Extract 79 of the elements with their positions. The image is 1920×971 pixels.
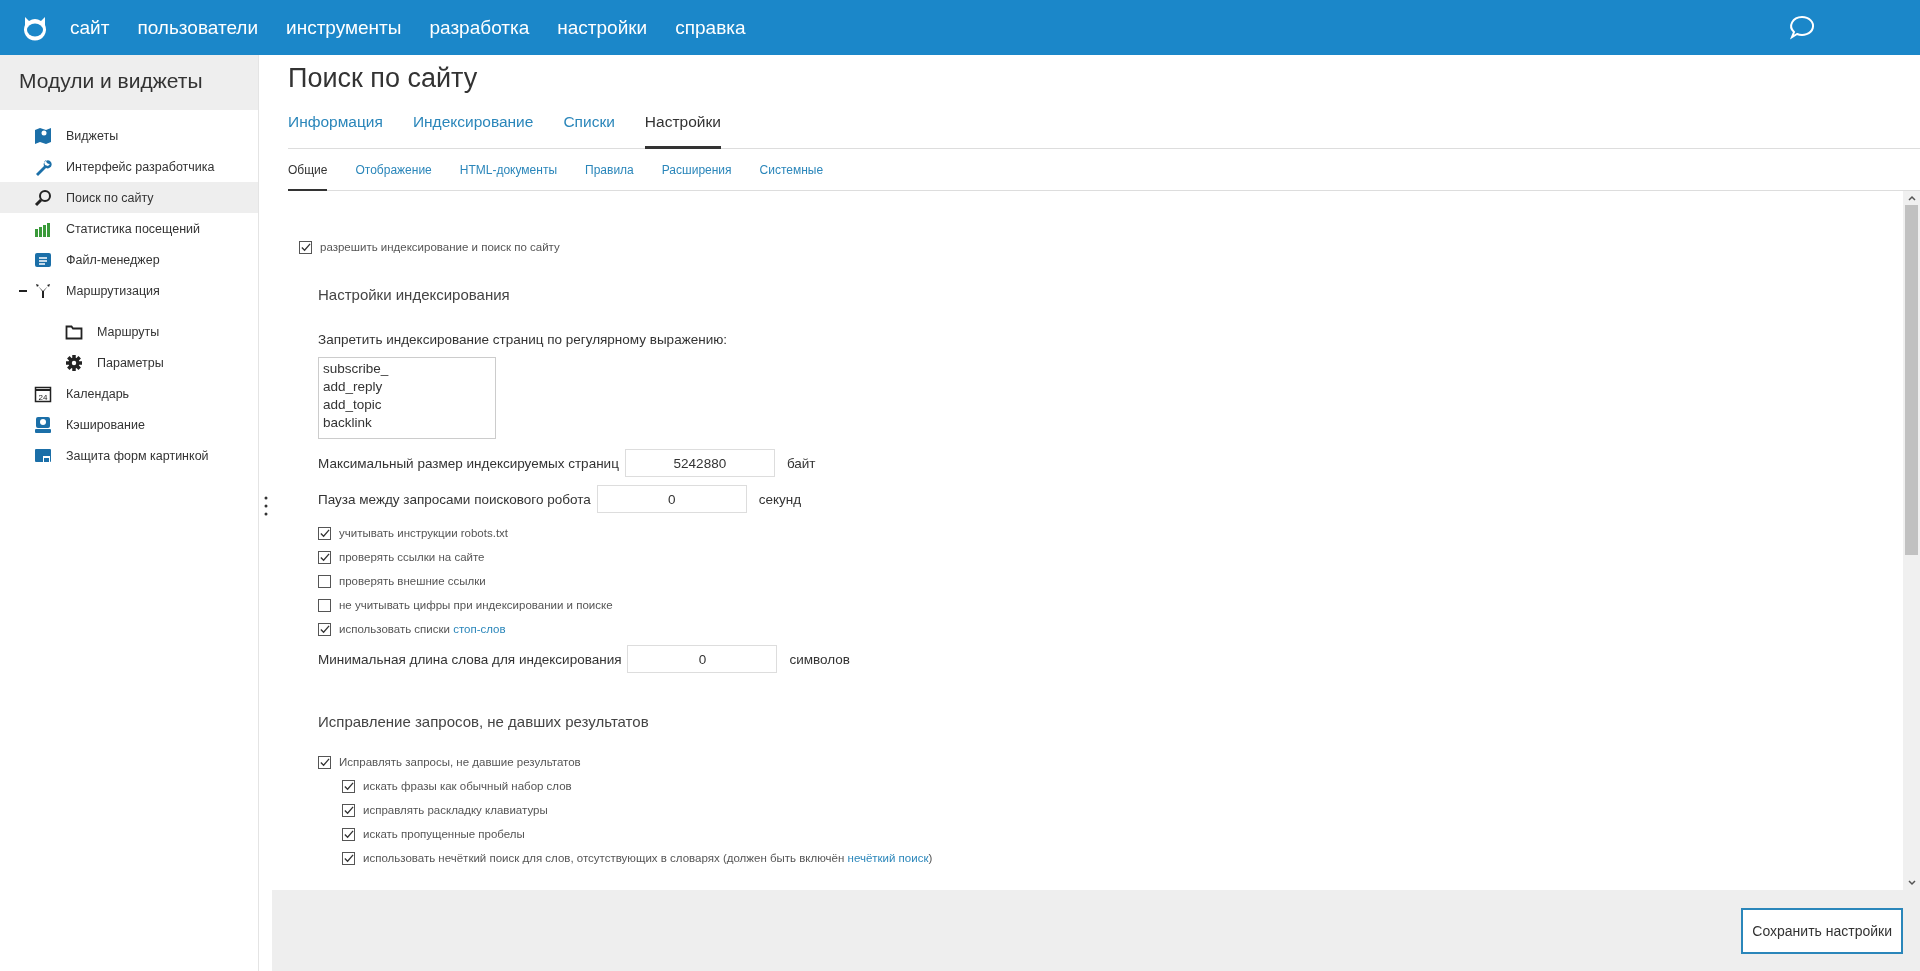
wrench-icon [34, 157, 52, 176]
image-lock-icon [34, 446, 52, 465]
page-title: Поиск по сайту [288, 63, 479, 95]
sidebar-item[interactable]: Параметры [0, 347, 258, 378]
checkbox[interactable] [342, 779, 355, 793]
field-label: Пауза между запросами поискового робота [318, 491, 591, 507]
field-label: Максимальный размер индексируемых страниц [318, 455, 619, 471]
sidebar-item[interactable]: Статистика посещений [0, 213, 258, 244]
tab[interactable]: Индексирование [412, 103, 534, 149]
tab[interactable]: HTML-документы [459, 149, 558, 191]
checkbox[interactable] [318, 622, 331, 636]
sidebar-item[interactable]: Маршруты [0, 316, 258, 347]
text-area[interactable]: subscribe_ add_reply add_topic backlink [318, 357, 496, 439]
checkbox[interactable] [299, 240, 312, 254]
unit-label: символов [789, 651, 850, 667]
checkbox-label: исправлять раскладку клавиатуры [363, 804, 548, 816]
checkbox[interactable] [318, 574, 331, 588]
sidebar-item[interactable]: Поиск по сайту [0, 182, 258, 213]
checkbox-label: Исправлять запросы, не давшие результатов [339, 756, 581, 768]
checkbox-label: не учитывать цифры при индексировании и поиске [339, 599, 613, 611]
tab[interactable]: Правила [585, 149, 634, 191]
map-pin-icon [34, 126, 52, 145]
link[interactable]: стоп-слов [453, 623, 506, 635]
checkbox-label: искать пропущенные пробелы [363, 828, 525, 840]
sidebar-item[interactable]: Защита форм картинкой [0, 440, 258, 471]
nav-link[interactable]: пользователи [137, 16, 259, 39]
nav-link[interactable]: сайт [70, 16, 110, 39]
tab[interactable]: Отображение [355, 149, 432, 191]
input-field[interactable]: 5242880 [624, 449, 775, 477]
search-icon [34, 188, 52, 207]
sidebar-title: Модули и виджеты [0, 55, 258, 110]
field-label: Запретить индексирование страниц по регулярному выражению: [318, 332, 729, 347]
sidebar-item[interactable]: Интерфейс разработчика [0, 151, 258, 182]
tab[interactable]: Общие [288, 149, 328, 191]
checkbox[interactable] [318, 598, 331, 612]
checkbox[interactable] [318, 526, 331, 540]
file-manager-icon [34, 250, 52, 269]
input-field[interactable]: 0 [627, 645, 778, 673]
checkbox[interactable] [342, 851, 355, 865]
checkbox[interactable] [318, 755, 331, 769]
unit-label: секунд [758, 491, 802, 507]
checkbox[interactable] [342, 827, 355, 841]
disk-icon [34, 415, 52, 434]
nav-link[interactable]: инструменты [286, 16, 402, 39]
sidebar-item[interactable]: Маршрутизация [0, 275, 258, 306]
nav-link[interactable]: справка [675, 16, 746, 39]
checkbox-label: использовать нечёткий поиск для слов, отсутствующих в словарях (должен быть включён нечёткий поиск) [363, 852, 933, 864]
checkbox-label: разрешить индексирование и поиск по сайту [320, 241, 560, 253]
field-label: Минимальная длина слова для индексирования [318, 651, 622, 667]
unit-label: байт [786, 455, 816, 471]
checkbox-label: учитывать инструкции robots.txt [339, 527, 509, 539]
calendar-icon: 24 [34, 384, 52, 403]
sidebar-item[interactable]: Виджеты [0, 120, 258, 151]
checkbox-label: использовать списки стоп-слов [339, 623, 506, 635]
fork-icon [34, 281, 52, 300]
tab[interactable]: Системные [759, 149, 824, 191]
sidebar-item[interactable]: 24 Календарь [0, 378, 258, 409]
input-field[interactable]: 0 [596, 485, 747, 513]
checkbox-label: проверять внешние ссылки [339, 575, 486, 587]
link[interactable]: нечёткий поиск [847, 852, 929, 864]
chat-icon[interactable] [1788, 13, 1816, 42]
scrollbar[interactable] [1903, 191, 1920, 890]
checkbox-label: проверять ссылки на сайте [339, 551, 485, 563]
tab[interactable]: Информация [288, 103, 383, 149]
nav-link[interactable]: разработка [429, 16, 530, 39]
section-heading: Исправление запросов, не давших результатов [318, 713, 650, 730]
nav-link[interactable]: настройки [557, 16, 648, 39]
resize-handle-icon[interactable] [264, 495, 268, 517]
section-heading: Настройки индексирования [318, 286, 511, 303]
checkbox[interactable] [318, 550, 331, 564]
tab[interactable]: Настройки [644, 103, 721, 149]
sidebar-item[interactable]: Кэширование [0, 409, 258, 440]
checkbox[interactable] [342, 803, 355, 817]
tab[interactable]: Списки [563, 103, 615, 149]
gear-icon [65, 353, 83, 372]
tab[interactable]: Расширения [661, 149, 732, 191]
checkbox-label: искать фразы как обычный набор слов [363, 780, 572, 792]
save-button[interactable]: Сохранить настройки [1741, 907, 1903, 954]
sidebar-item[interactable]: Файл-менеджер [0, 244, 258, 275]
